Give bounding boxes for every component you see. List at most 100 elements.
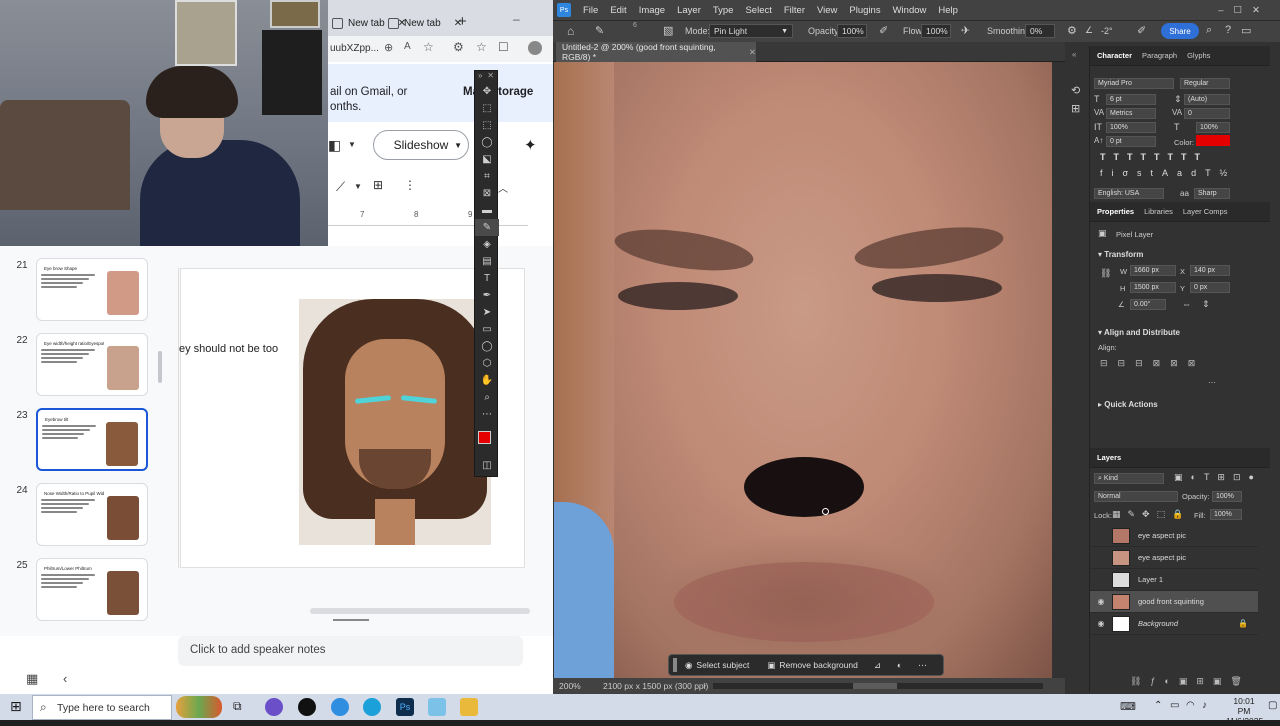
tab-layer-comps[interactable]: Layer Comps <box>1183 207 1228 216</box>
layer-visibility-icon[interactable]: ◉ <box>1094 597 1108 606</box>
marquee-tool-icon[interactable]: ⬚ <box>475 117 499 134</box>
extensions-icon[interactable]: ⚙ <box>453 40 464 54</box>
mask-icon[interactable]: ⊿ <box>874 660 881 671</box>
layer-row[interactable]: eye aspect pic <box>1090 547 1258 569</box>
rectangle-tool-icon[interactable]: ▭ <box>475 321 499 338</box>
text-color-swatch[interactable] <box>1196 135 1230 146</box>
text-style-buttons[interactable]: TTTTTTTT <box>1100 152 1208 162</box>
eyedropper-tool-icon[interactable]: ▬ <box>475 202 499 219</box>
select-subject-button[interactable]: Select subject <box>696 660 749 670</box>
photoshop-canvas[interactable] <box>554 62 1052 678</box>
file-explorer-icon[interactable] <box>460 698 478 716</box>
edge-icon[interactable] <box>363 698 381 716</box>
menu-layer[interactable]: Layer <box>671 5 707 16</box>
ellipse-tool-icon[interactable]: ◯ <box>475 338 499 355</box>
flip-horizontal-icon[interactable]: ⇔ <box>1182 299 1191 309</box>
tab-paragraph[interactable]: Paragraph <box>1142 51 1177 60</box>
align-buttons[interactable]: ⊟⊟⊟⊠⊠⊠ <box>1100 358 1205 369</box>
foreground-color[interactable] <box>478 431 491 444</box>
libraries-icon[interactable]: ⊞ <box>1071 102 1080 115</box>
crop-tool-icon[interactable]: ⌗ <box>475 168 499 185</box>
share-button[interactable]: Share <box>1161 23 1199 39</box>
tab-layers[interactable]: Layers <box>1097 453 1121 462</box>
copilot-icon[interactable] <box>265 698 283 716</box>
window-maximize-icon[interactable]: ☐ <box>1234 5 1243 16</box>
window-close-icon[interactable]: ✕ <box>1252 5 1260 16</box>
canvas-scrollbar[interactable] <box>310 608 530 614</box>
drag-handle[interactable] <box>673 658 677 672</box>
read-aloud-icon[interactable]: A <box>404 41 411 52</box>
taskbar-search[interactable]: ⌕ Type here to search <box>32 695 172 720</box>
more-align-icon[interactable]: ⋯ <box>1208 378 1216 387</box>
history-icon[interactable]: ⟲ <box>1071 84 1080 97</box>
pressure-opacity-icon[interactable]: ✐ <box>879 24 888 37</box>
horizontal-scrollbar[interactable] <box>713 683 1043 689</box>
x-input[interactable]: 140 px <box>1190 265 1230 276</box>
slide-face-image[interactable] <box>299 299 491 545</box>
layer-row[interactable]: ◉ good front squinting <box>1090 591 1258 613</box>
workspace-icon[interactable]: ▭ <box>1241 24 1251 37</box>
collapse-toolbar-icon[interactable]: ︿ <box>498 180 508 195</box>
angle-value[interactable]: -2° <box>1101 26 1113 36</box>
help-icon[interactable]: ? <box>1225 24 1231 36</box>
document-tab[interactable]: Untitled-2 @ 200% (good front squinting,… <box>556 42 756 62</box>
custom-shape-icon[interactable]: ⬡ <box>475 355 499 372</box>
object-selection-icon[interactable]: ⬕ <box>475 151 499 168</box>
favorite-icon[interactable]: ☆ <box>423 40 434 54</box>
artboard-tool-icon[interactable]: ⬚ <box>475 100 499 117</box>
slide-thumbnail[interactable]: Philtrum/Lower Philtrum <box>36 558 148 621</box>
start-button-icon[interactable]: ⊞ <box>10 698 22 715</box>
lock-icons[interactable]: ▦✎✥⬚🔒 <box>1112 509 1190 520</box>
menu-view[interactable]: View <box>811 5 843 16</box>
clock[interactable]: 10:01 PM 11/6/2025 <box>1226 696 1263 726</box>
tab-libraries[interactable]: Libraries <box>1144 207 1173 216</box>
opacity-input[interactable]: 100% <box>837 24 867 38</box>
font-size-input[interactable]: 6 pt <box>1106 94 1156 105</box>
notification-icon[interactable]: ▢ <box>1268 700 1277 711</box>
layer-row[interactable]: Layer 1 <box>1090 569 1258 591</box>
layer-filter-icons[interactable]: ▣◐T⊞⊡● <box>1174 472 1262 483</box>
font-family-select[interactable]: Myriad Pro <box>1094 78 1174 89</box>
blend-mode-select[interactable]: Normal <box>1094 491 1178 502</box>
video-icon[interactable]: ◧ <box>328 137 341 154</box>
height-input[interactable]: 1500 px <box>1130 282 1176 293</box>
slide-thumbnail[interactable]: Eye brow Shape <box>36 258 148 321</box>
keyboard-icon[interactable]: ⌨ <box>1120 700 1136 713</box>
eraser-tool-icon[interactable]: ◈ <box>475 236 499 253</box>
layer-row[interactable]: eye aspect pic <box>1090 525 1258 547</box>
airbrush-icon[interactable]: ✈ <box>961 24 970 37</box>
angle-input[interactable]: 0.00° <box>1130 299 1166 310</box>
smoothing-input[interactable]: 0% <box>1025 24 1055 38</box>
wifi-icon[interactable]: ◠ <box>1186 700 1195 711</box>
baseline-input[interactable]: 0 pt <box>1106 136 1156 147</box>
more-tools-icon[interactable]: ⋯ <box>475 406 499 423</box>
slide-thumbnail[interactable]: Eye width/height ratio/Eyespot Ratio <box>36 333 148 396</box>
align-section[interactable]: ▾ Align and Distribute <box>1098 328 1180 337</box>
lasso-tool-icon[interactable]: ◯ <box>475 134 499 151</box>
minimize-icon[interactable]: – <box>513 12 520 26</box>
path-select-icon[interactable]: ➤ <box>475 304 499 321</box>
y-input[interactable]: 0 px <box>1190 282 1230 293</box>
address-bar[interactable]: uubXZpp... ⊕ A ☆ ⚙ ☆ ☐ <box>328 36 553 62</box>
bookmarks-icon[interactable]: ☐ <box>498 40 509 54</box>
zoom-level[interactable]: 200% <box>559 681 581 691</box>
antialias-select[interactable]: Sharp <box>1194 188 1230 199</box>
more-options-icon[interactable]: ⋯ <box>918 660 927 671</box>
menu-image[interactable]: Image <box>633 5 671 16</box>
quick-actions-section[interactable]: ▸ Quick Actions <box>1098 400 1158 409</box>
chevron-down-icon[interactable]: ▼ <box>348 140 356 149</box>
tab-properties[interactable]: Properties <box>1097 207 1134 216</box>
collapse-filmstrip-icon[interactable]: ‹ <box>63 671 67 686</box>
chevron-right-icon[interactable]: › <box>703 680 706 690</box>
window-minimize-icon[interactable]: – <box>1218 5 1223 16</box>
pressure-size-icon[interactable]: ✐ <box>1137 24 1146 37</box>
transform-section[interactable]: ▾ Transform <box>1098 250 1143 259</box>
smoothing-settings-icon[interactable]: ⚙ <box>1067 24 1077 37</box>
line-tool-icon[interactable]: ⟋ <box>336 179 345 195</box>
layer-filter-select[interactable]: ⌕ Kind <box>1094 473 1164 484</box>
adjustment-icon[interactable]: ◐ <box>897 660 902 670</box>
width-input[interactable]: 1660 px <box>1130 265 1176 276</box>
menu-type[interactable]: Type <box>707 5 740 16</box>
task-view-icon[interactable]: ⧉ <box>233 699 242 714</box>
tab-glyphs[interactable]: Glyphs <box>1187 51 1210 60</box>
